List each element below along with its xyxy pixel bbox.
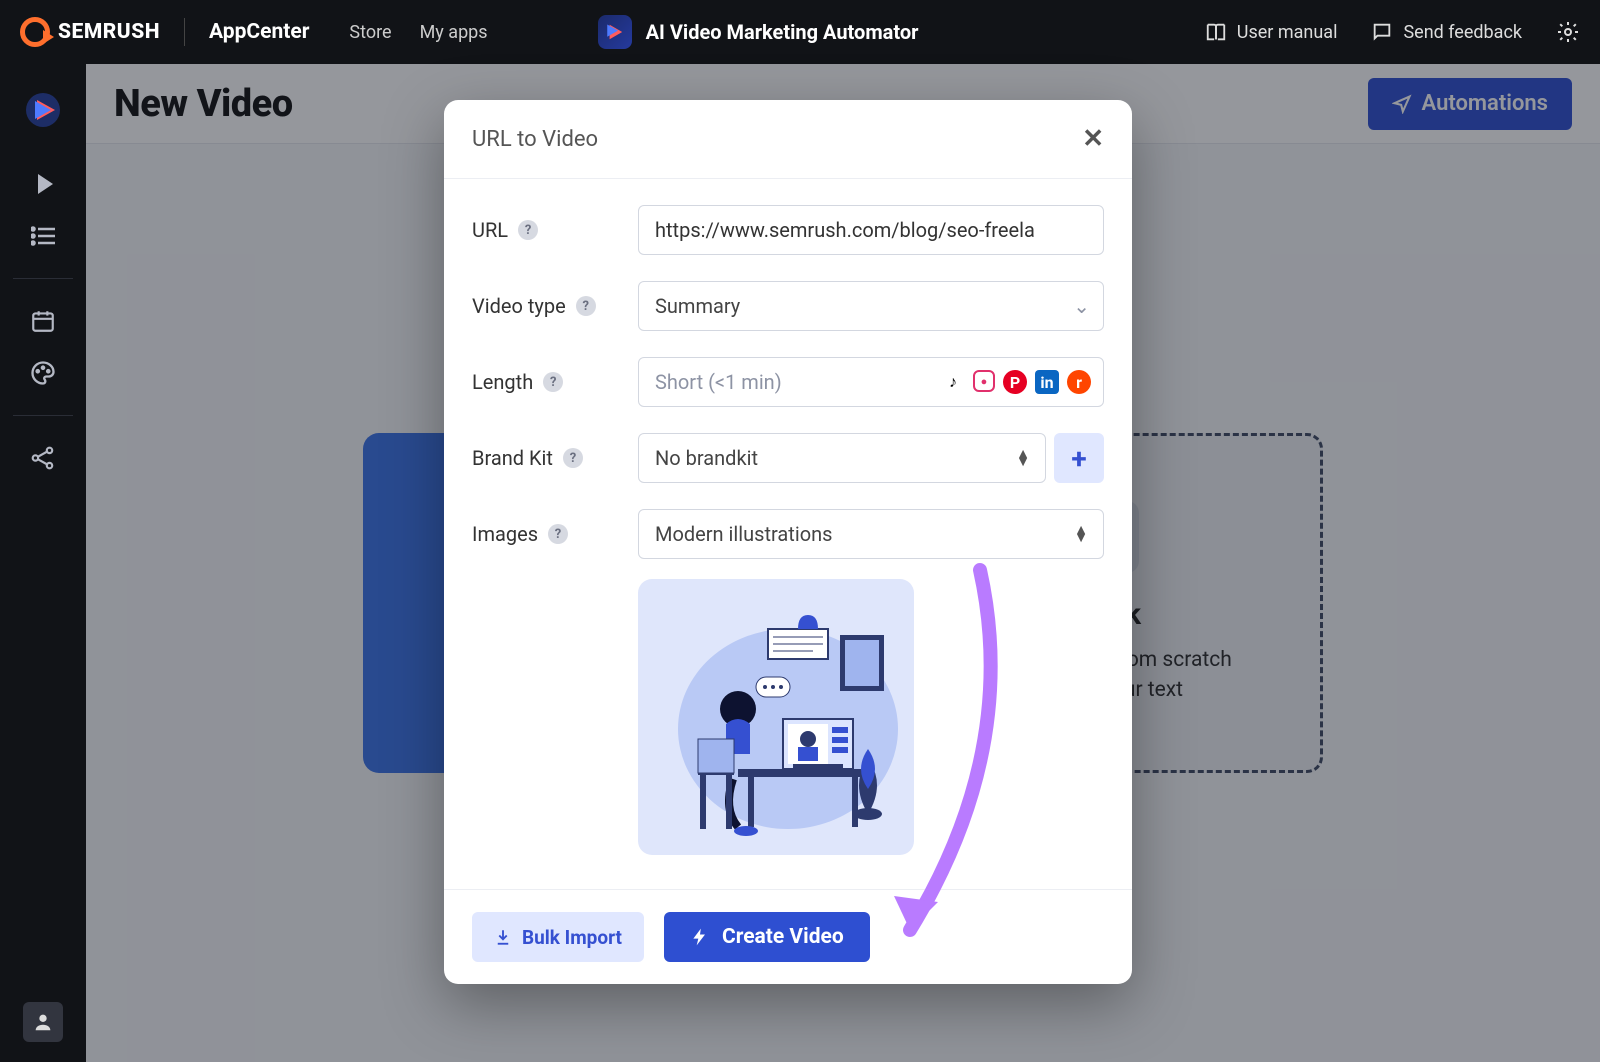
rail-share-icon[interactable]	[19, 434, 67, 482]
chat-icon	[1371, 21, 1393, 43]
add-brand-kit-button[interactable]: +	[1054, 433, 1104, 483]
app-name: AI Video Marketing Automator	[646, 20, 919, 44]
rail-palette-icon[interactable]	[19, 349, 67, 397]
modal-footer: Bulk Import Create Video	[444, 889, 1132, 984]
url-to-video-modal: URL to Video ✕ URL? Video type? ⌄ Length…	[444, 100, 1132, 984]
rail-profile-icon[interactable]	[23, 1002, 63, 1042]
sort-icon: ▲▼	[1016, 450, 1030, 466]
rail-list-icon[interactable]	[19, 212, 67, 260]
send-feedback-link[interactable]: Send feedback	[1371, 21, 1522, 43]
label-images: Images	[472, 522, 538, 546]
pinterest-icon: P	[1003, 370, 1027, 394]
semrush-logo[interactable]: SEMRUSH	[20, 17, 160, 47]
nav-myapps[interactable]: My apps	[420, 22, 488, 43]
nav-store[interactable]: Store	[349, 22, 391, 43]
close-icon[interactable]: ✕	[1082, 124, 1104, 154]
help-icon[interactable]: ?	[518, 220, 538, 240]
label-brand-kit: Brand Kit	[472, 446, 553, 470]
modal-header: URL to Video ✕	[444, 100, 1132, 179]
length-select[interactable]: Short (<1 min) ♪ ● P in r	[638, 357, 1104, 407]
images-select[interactable]: ▲▼	[638, 509, 1104, 559]
label-video-type: Video type	[472, 294, 566, 318]
top-right: User manual Send feedback	[1205, 20, 1580, 44]
help-icon[interactable]: ?	[563, 448, 583, 468]
gear-icon	[1556, 20, 1580, 44]
label-length: Length	[472, 370, 533, 394]
rail-divider-2	[13, 415, 73, 416]
help-icon[interactable]: ?	[543, 372, 563, 392]
modal-body: URL? Video type? ⌄ Length? Short (<1 min…	[444, 179, 1132, 889]
social-icons: ♪ ● P in r	[941, 370, 1091, 394]
instagram-icon: ●	[973, 370, 995, 392]
rail-divider	[13, 278, 73, 279]
brand-separator	[184, 18, 185, 46]
brand-kit-select[interactable]: ▲▼	[638, 433, 1046, 483]
settings-button[interactable]	[1556, 20, 1580, 44]
rail-play-icon[interactable]	[19, 160, 67, 208]
user-manual-link[interactable]: User manual	[1205, 21, 1338, 43]
semrush-icon	[20, 17, 50, 47]
appcenter-label[interactable]: AppCenter	[209, 20, 309, 44]
create-video-button[interactable]: Create Video	[664, 912, 870, 962]
top-nav: Store My apps	[349, 22, 487, 43]
label-url: URL	[472, 218, 508, 242]
rail-calendar-icon[interactable]	[19, 297, 67, 345]
app-switcher[interactable]: AI Video Marketing Automator	[598, 15, 919, 49]
url-input[interactable]	[638, 205, 1104, 255]
help-icon[interactable]: ?	[576, 296, 596, 316]
reddit-icon: r	[1067, 370, 1091, 394]
brand-block: SEMRUSH AppCenter	[20, 17, 309, 47]
tiktok-icon: ♪	[941, 370, 965, 394]
illustration-preview	[638, 579, 914, 855]
sort-icon: ▲▼	[1074, 526, 1088, 542]
modal-title: URL to Video	[472, 127, 598, 152]
rail-app-icon[interactable]	[19, 86, 67, 134]
linkedin-icon: in	[1035, 370, 1059, 394]
help-icon[interactable]: ?	[548, 524, 568, 544]
video-type-select[interactable]: ⌄	[638, 281, 1104, 331]
bulk-import-button[interactable]: Bulk Import	[472, 912, 644, 962]
import-icon	[494, 928, 512, 946]
brand-text: SEMRUSH	[58, 20, 160, 44]
chevron-down-icon: ⌄	[1073, 294, 1090, 318]
bolt-icon	[690, 927, 710, 947]
length-placeholder: Short (<1 min)	[655, 370, 941, 394]
book-icon	[1205, 21, 1227, 43]
app-logo-icon	[598, 15, 632, 49]
top-bar: SEMRUSH AppCenter Store My apps AI Video…	[0, 0, 1600, 64]
left-rail	[0, 64, 86, 1062]
